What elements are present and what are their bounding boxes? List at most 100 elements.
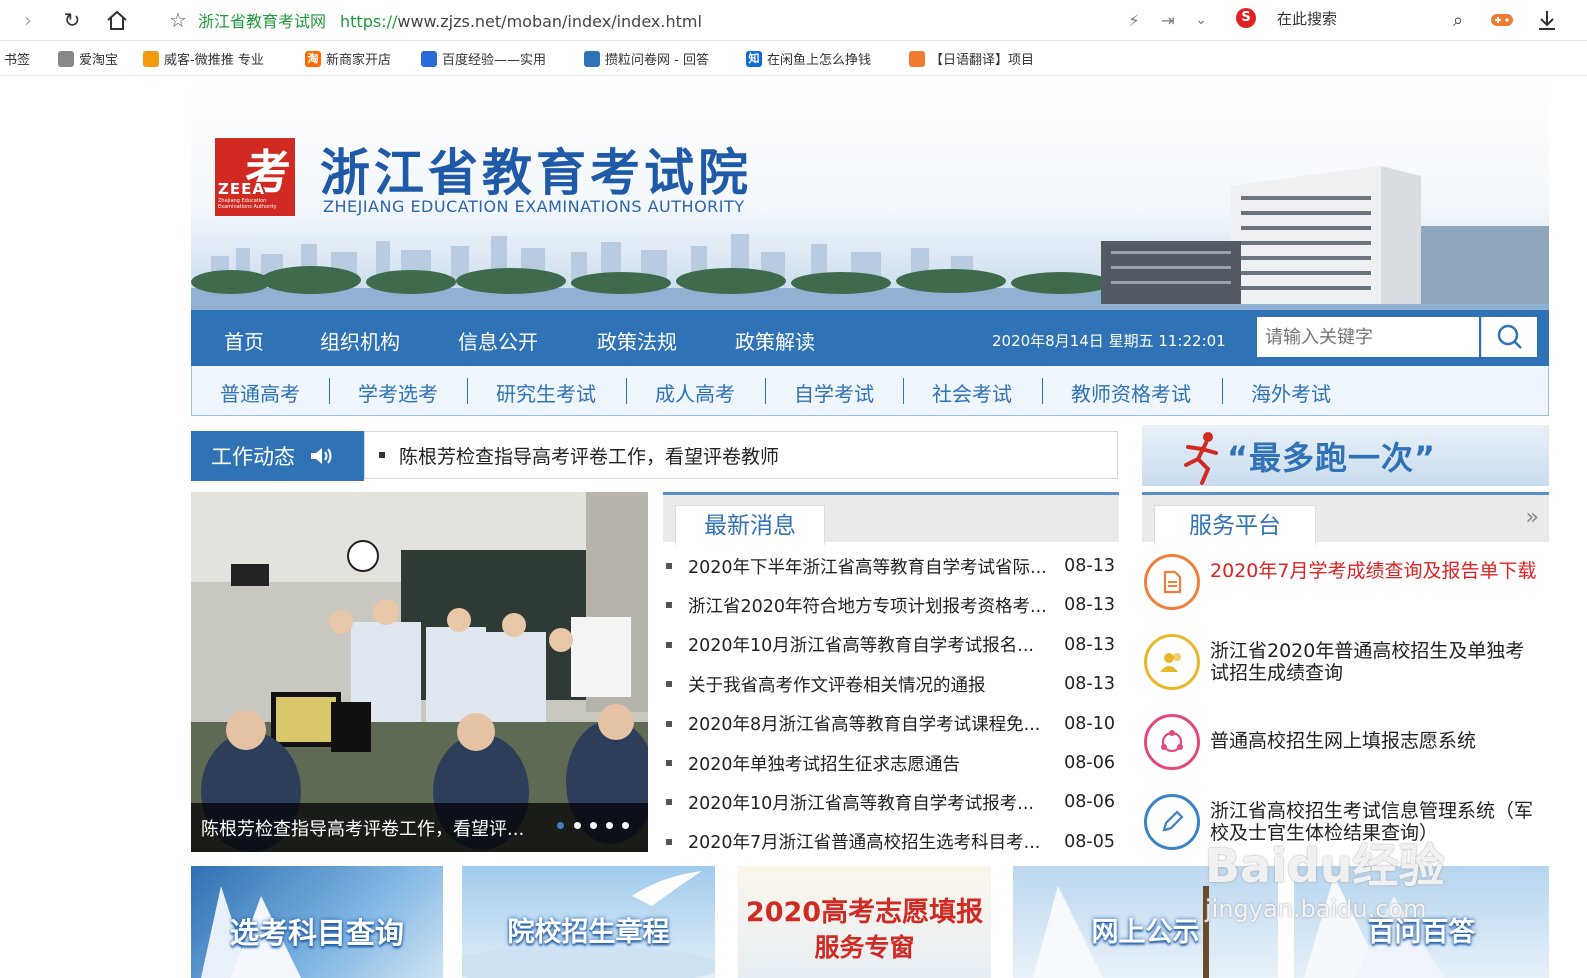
bookmark-item[interactable]: 百度经验——实用 [421,49,546,68]
news-title[interactable]: 2020年下半年浙江省高等教育自学考试省际... [688,554,1063,579]
bookmark-item[interactable]: 爱淘宝 [58,49,118,68]
subnav-gaokao[interactable]: 普通高考 [220,378,300,407]
globe-icon [58,50,74,67]
zeea-logo[interactable]: 考 ZEEA Zhejiang Education Examinations A… [215,138,295,216]
news-date: 08-13 [1064,595,1115,616]
runner-icon [1184,432,1218,485]
tab-latest-news[interactable]: 最新消息 [675,505,825,545]
news-title[interactable]: 2020年7月浙江省普通高校招生选考科目考... [688,829,1063,854]
service-item[interactable]: 普通高校招生网上填报志愿系统 [1142,712,1549,782]
slider-dot[interactable] [590,822,597,829]
search-button[interactable] [1481,317,1537,357]
subnav-overseas[interactable]: 海外考试 [1251,378,1331,407]
work-status-label: 工作动态 [191,431,364,481]
survey-icon [584,50,600,67]
slider-dot-active[interactable] [557,822,564,829]
service-item[interactable]: 浙江省2020年普通高校招生及单独考试招生成绩查询 [1142,632,1549,702]
news-item[interactable]: 关于我省高考作文评卷相关情况的通报 08-13 [663,666,1119,702]
service-item[interactable]: 2020年7月学考成绩查询及报告单下载 [1142,552,1549,622]
subnav-selfstudy[interactable]: 自学考试 [794,378,874,407]
baidu-paw-icon [421,50,437,67]
subnav-xuekao[interactable]: 学考选考 [358,378,438,407]
subnav-divider [1222,378,1223,404]
download-icon[interactable] [1533,6,1561,34]
nav-interpretation[interactable]: 政策解读 [735,326,815,355]
forward-icon[interactable]: › [14,6,42,34]
bookmark-item[interactable]: 知在闲鱼上怎么挣钱 [746,49,871,68]
lightning-icon[interactable]: ⚡ [1120,6,1148,34]
network-icon[interactable] [1144,714,1200,770]
gamepad-icon[interactable] [1488,6,1516,34]
keyword-search-input[interactable] [1257,317,1479,357]
browser-search-placeholder: 在此搜索 [1277,10,1338,28]
subnav-social[interactable]: 社会考试 [932,378,1012,407]
news-title[interactable]: 2020年单独考试招生征求志愿通告 [688,751,1063,776]
photo-caption-text: 陈根芳检查指导高考评卷工作，看望评... [201,818,525,840]
news-item[interactable]: 2020年下半年浙江省高等教育自学考试省际... 08-13 [663,548,1119,584]
address-bar[interactable]: 浙江省教育考试网 https://www.zjzs.net/moban/index… [198,8,702,32]
news-photo[interactable] [191,492,648,852]
subnav-graduate[interactable]: 研究生考试 [496,378,596,407]
news-title[interactable]: 关于我省高考作文评卷相关情况的通报 [688,672,1063,697]
tile-label: 选考科目查询 [229,916,404,950]
tile-gaokao-service-window[interactable]: 2020高考志愿填报 服务专窗 [738,866,991,978]
chevron-down-icon[interactable]: ⌄ [1187,6,1215,34]
share-icon[interactable]: ⇥ [1154,6,1182,34]
bullet [666,563,672,569]
tile-subject-query[interactable]: 选考科目查询 [191,866,443,978]
bookmark-item[interactable]: 【日语翻译】项目 [909,49,1034,68]
news-item[interactable]: 浙江省2020年符合地方专项计划报考资格考... 08-13 [663,587,1119,623]
slider-dot[interactable] [606,822,613,829]
news-item[interactable]: 2020年10月浙江省高等教育自学考试报名... 08-13 [663,627,1119,663]
tile-label: 2020高考志愿填报 [745,897,984,928]
pencil-icon[interactable] [1144,794,1200,850]
news-date: 08-06 [1064,753,1115,773]
subnav-divider [765,378,766,404]
news-date: 08-13 [1064,634,1115,655]
subnav-adult[interactable]: 成人高考 [655,378,735,407]
work-headline[interactable]: 陈根芳检查指导高考评卷工作，看望评卷教师 [399,442,779,469]
users-icon[interactable] [1144,634,1200,690]
home-icon[interactable] [103,6,131,34]
news-title[interactable]: 2020年10月浙江省高等教育自学考试报名... [688,632,1063,657]
subnav-teacher[interactable]: 教师资格考试 [1071,378,1191,407]
subnav-divider [467,378,468,404]
subnav-divider [903,378,904,404]
bookmark-item[interactable]: 威客-微推推 专业 [143,49,264,68]
bookmark-item[interactable]: 淘新商家开店 [305,49,391,68]
nav-home[interactable]: 首页 [224,326,264,355]
nav-disclosure[interactable]: 信息公开 [458,326,538,355]
service-label[interactable]: 2020年7月学考成绩查询及报告单下载 [1210,560,1540,582]
nav-organization[interactable]: 组织机构 [320,326,400,355]
document-icon[interactable] [1144,554,1200,610]
news-item[interactable]: 2020年8月浙江省高等教育自学考试课程免... 08-10 [663,706,1119,742]
address-site-name: 浙江省教育考试网 [198,12,327,31]
tile-admission-rules[interactable]: 院校招生章程 [462,866,715,978]
nav-policy[interactable]: 政策法规 [597,326,677,355]
service-label[interactable]: 普通高校招生网上填报志愿系统 [1210,730,1540,752]
news-item[interactable]: 2020年单独考试招生征求志愿通告 08-06 [663,745,1119,781]
news-title[interactable]: 浙江省2020年符合地方专项计划报考资格考... [688,593,1063,618]
news-date: 08-13 [1064,556,1115,576]
star-icon[interactable]: ☆ [164,6,192,34]
news-item[interactable]: 2020年10月浙江省高等教育自学考试报考... 08-06 [663,784,1119,820]
news-title[interactable]: 2020年10月浙江省高等教育自学考试报考... [688,790,1063,815]
zuiduo-paoyici-banner[interactable]: “最多跑一次” [1142,425,1549,486]
bullet [666,838,672,845]
news-item[interactable]: 2020年7月浙江省普通高校招生选考科目考... 08-05 [663,824,1119,860]
reload-icon[interactable]: ↻ [58,6,86,34]
more-icon[interactable]: » [1526,505,1539,530]
browser-search[interactable]: S 在此搜索 [1236,6,1476,32]
bookmark-label: 【日语翻译】项目 [930,53,1035,68]
news-date: 08-06 [1064,792,1115,813]
service-label[interactable]: 浙江省2020年普通高校招生及单独考试招生成绩查询 [1210,640,1540,684]
subnav-divider [329,378,330,404]
tab-service-platform[interactable]: 服务平台 [1154,505,1316,545]
magnifier-icon[interactable]: ⌕ [1444,6,1472,34]
slider-dot[interactable] [574,822,581,829]
slider-dot[interactable] [622,822,629,829]
bookmark-item[interactable]: 书签 [4,49,30,68]
news-title[interactable]: 2020年8月浙江省高等教育自学考试课程免... [688,711,1063,736]
bookmark-item[interactable]: 攒粒问卷网 - 回答 [584,49,709,68]
work-headline-bar[interactable]: 陈根芳检查指导高考评卷工作，看望评卷教师 [364,431,1118,479]
